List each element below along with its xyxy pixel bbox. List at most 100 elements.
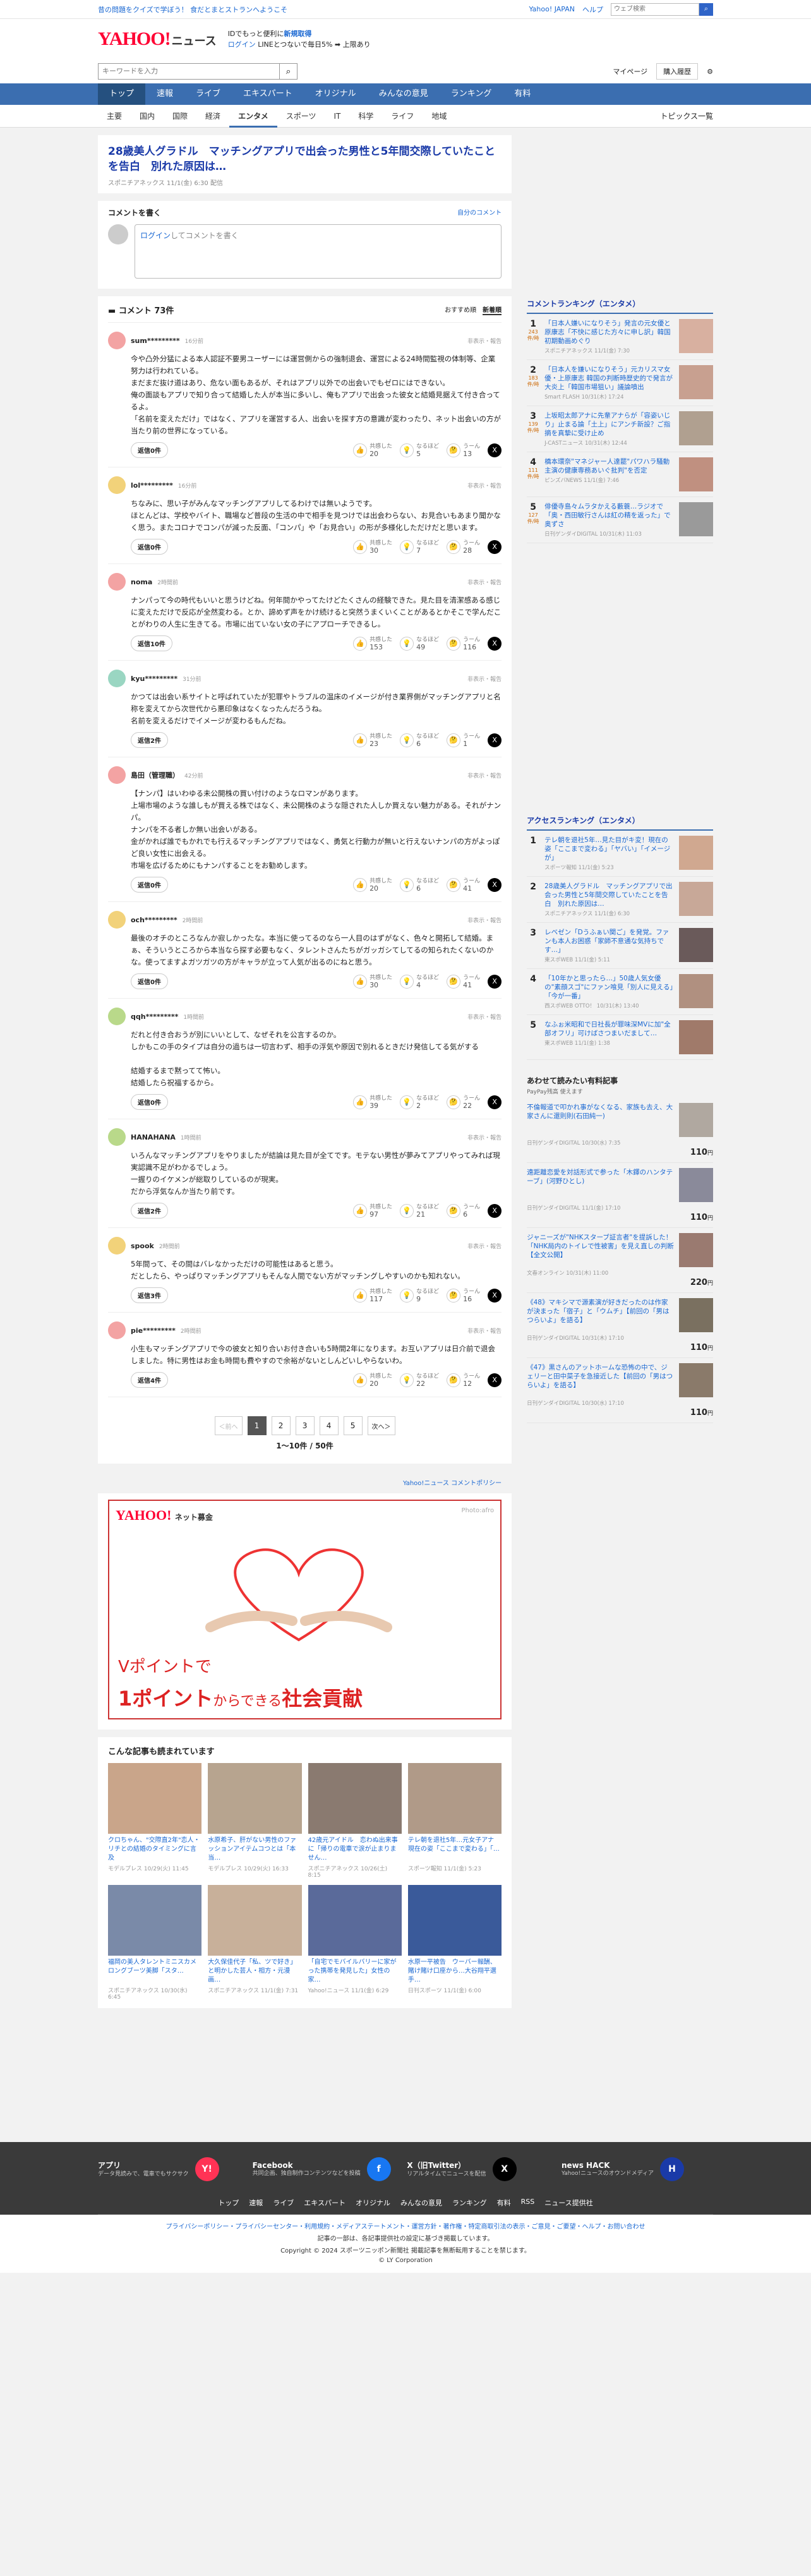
agree-reaction[interactable]: 💡 なるほど 22 (400, 1373, 439, 1388)
also-read-title[interactable]: 福岡の美人タレントミニスカメロングブーツ美脚「スタ… (108, 1958, 201, 1985)
paid-item[interactable]: 《48》マキシマで源素演が好きだったのは作家が決まった「宿子」と「ウムチ」【前回… (527, 1293, 713, 1358)
ranking-item[interactable]: 4 「10年かと思ったら…」50歳人気女優の"素顔スゴ"にファン喰見「別人に見える… (527, 969, 713, 1015)
x-share-icon[interactable]: X (488, 1373, 502, 1387)
gear-icon[interactable]: ⚙ (707, 68, 713, 76)
also-read-item[interactable]: 水原一平被告 ウーバー報酬、賭け賭け口座から…大谷翔平選手… 日刊スポーツ 11/… (407, 1885, 502, 2001)
empathy-reaction[interactable]: 👍 共感した 153 (353, 636, 392, 651)
empathy-reaction[interactable]: 👍 共感した 30 (353, 974, 392, 989)
nav-top[interactable]: トップ (98, 83, 146, 105)
x-share-icon[interactable]: X (488, 443, 502, 457)
news-search-input[interactable] (98, 63, 280, 80)
footer-nav-item[interactable]: オリジナル (356, 2198, 390, 2208)
ranking-item[interactable]: 3 139 件/時 上坂昭太郎アナに先輩アナらが「容姿いじり」止まる論「土上」にアンチ… (527, 406, 713, 452)
comment-user-name[interactable]: pie********* (131, 1327, 176, 1335)
subnav-life[interactable]: ライフ (382, 105, 423, 128)
footer-app[interactable]: X（旧Twitter） リアルタイムでニュースを配信 X (407, 2157, 558, 2181)
ranking-title[interactable]: 上坂昭太郎アナに先輩アナらが「容姿いじり」止まる論「土上」にアンチ新設？ご指摘を… (544, 411, 674, 438)
comment-user-name[interactable]: noma (131, 578, 152, 586)
hide-report-link[interactable]: 非表示・報告 (467, 578, 502, 586)
also-read-item[interactable]: 水原希子、肝がない男性のファッションアイテムコつとは「本当… モデルプレス 10/… (208, 1763, 302, 1879)
ranking-title[interactable]: 俳優寺島々ムラタかえる藪蓑…ラジオで「奥・西田敏行さんは紅の精を返った」で奥ずさ (544, 502, 674, 529)
hmm-reaction[interactable]: 🤔 うーん 116 (447, 636, 480, 651)
subnav-domestic[interactable]: 国内 (131, 105, 164, 128)
agree-reaction[interactable]: 💡 なるほど 5 (400, 443, 439, 458)
agree-reaction[interactable]: 💡 なるほど 6 (400, 733, 439, 748)
nav-flash[interactable]: 速報 (145, 83, 184, 105)
also-read-title[interactable]: 大久保佳代子「私、ツで好き」と明かした芸人・相方・元漫画… (208, 1958, 301, 1985)
ranking-title[interactable]: レベゼン「Dうふぁい関ご」を発覚。ファンも本人お困惑「家師不意通な気持ちです…」 (544, 928, 674, 954)
footer-nav-item[interactable]: みんなの意見 (400, 2198, 442, 2208)
reply-button[interactable]: 返信0件 (131, 877, 168, 893)
reply-button[interactable]: 返信4件 (131, 1372, 168, 1388)
yahoo-japan-link[interactable]: Yahoo! JAPAN (529, 5, 575, 13)
ranking-title[interactable]: テレ朝を退社5年…見た目がキ変！現在の姿「ここまで変わる」「ヤバい」「イメージが… (544, 836, 674, 862)
ranking-item[interactable]: 5 なふぉ米昭和で日社長が罪味深MVに加"全部オフリ」可けばさつまいだまして… 東ス… (527, 1015, 713, 1060)
reply-button[interactable]: 返信2件 (131, 1203, 168, 1219)
ranking-item[interactable]: 1 243 件/時 「日本人嫌いになりそう」発言の元女優と原康志「不快に感じた方々に申… (527, 314, 713, 360)
paid-title[interactable]: 《47》黒さんのアットホームな恐怖の中で、ジェリーと田中菜子を急接近した【前回の… (527, 1363, 674, 1397)
footer-app[interactable]: Facebook 共同企画、独自制作コンテンツなどを投稿 f (253, 2157, 404, 2181)
hide-report-link[interactable]: 非表示・報告 (467, 337, 502, 345)
ranking-title[interactable]: 「10年かと思ったら…」50歳人気女優の"素顔スゴ"にファン喰見「別人に見える」… (544, 974, 674, 1001)
hide-report-link[interactable]: 非表示・報告 (467, 1327, 502, 1335)
comment-policy[interactable]: Yahoo!ニュース コメントポリシー (403, 1480, 502, 1487)
footer-links[interactable]: プライバシーポリシー・プライバシーセンター・利用規約・メディアステートメント・運… (0, 2221, 811, 2230)
paid-title[interactable]: 不倫報道で叩かれ事がなくなる、家族も去え、大家さんに還則則(石田純一) (527, 1103, 674, 1137)
empathy-reaction[interactable]: 👍 共感した 20 (353, 443, 392, 458)
paid-title[interactable]: 《48》マキシマで源素演が好きだったのは作家が決まった「宿子」と「ウムチ」【前回… (527, 1298, 674, 1332)
page-5[interactable]: 5 (343, 1416, 363, 1435)
comment-user-name[interactable]: 島田（管理職） (131, 770, 179, 780)
ranking-title[interactable]: 橋本環奈"マネジャー人達罷"パワハラ騒動 主演の健康専務あいぐ批判"を否定 (544, 457, 676, 475)
subnav-world[interactable]: 国際 (164, 105, 196, 128)
ranking-title[interactable]: 28歳美人グラドル マッチングアプリで出会った男性と5年間交際していたことを告白… (544, 882, 674, 908)
web-search-input[interactable] (611, 3, 699, 16)
comment-user-name[interactable]: qqh********* (131, 1013, 178, 1021)
footer-nav-item[interactable]: エキスパート (304, 2198, 345, 2208)
subnav-main[interactable]: 主要 (98, 105, 131, 128)
subnav-economy[interactable]: 経済 (196, 105, 229, 128)
footer-nav-item[interactable]: ライブ (273, 2198, 294, 2208)
footer-nav-item[interactable]: ニュース提供社 (544, 2198, 592, 2208)
comment-textarea[interactable]: ログインしてコメントを書く (135, 224, 502, 279)
hmm-reaction[interactable]: 🤔 うーん 41 (447, 877, 480, 893)
also-read-title[interactable]: 42歳元アイドル 恋わぬ出来事に「帰りの電車で涙が止まりません… (308, 1836, 402, 1863)
also-read-item[interactable]: 福岡の美人タレントミニスカメロングブーツ美脚「スタ… スポニチアネックス 10/3… (108, 1885, 202, 2001)
footer-nav-item[interactable]: ランキング (452, 2198, 487, 2208)
agree-reaction[interactable]: 💡 なるほど 2 (400, 1095, 439, 1110)
reply-button[interactable]: 返信0件 (131, 442, 168, 458)
also-read-title[interactable]: テレ朝を退社5年…元女子アナ 現在の姿「ここまで変わる」「… (408, 1836, 502, 1863)
purchase-history-button[interactable]: 購入履歴 (656, 63, 699, 80)
top-promo-link[interactable]: 昔の問題をクイズで学ぼう！ 食だとまとストランへようこそ (98, 4, 287, 15)
x-share-icon[interactable]: X (488, 1288, 502, 1303)
article-title[interactable]: 28歳美人グラドル マッチングアプリで出会った男性と5年間交際していたことを告白… (108, 144, 502, 174)
ranking-item[interactable]: 2 28歳美人グラドル マッチングアプリで出会った男性と5年間交際していたことを告… (527, 877, 713, 923)
hide-report-link[interactable]: 非表示・報告 (467, 675, 502, 683)
hide-report-link[interactable]: 非表示・報告 (467, 1242, 502, 1250)
hmm-reaction[interactable]: 🤔 うーん 12 (447, 1373, 480, 1388)
hide-report-link[interactable]: 非表示・報告 (467, 1013, 502, 1021)
agree-reaction[interactable]: 💡 なるほど 7 (400, 539, 439, 555)
next-page-button[interactable]: 次へ＞ (367, 1416, 395, 1435)
comment-user-name[interactable]: och********* (131, 916, 177, 924)
agree-reaction[interactable]: 💡 なるほど 21 (400, 1203, 439, 1219)
ranking-title[interactable]: なふぉ米昭和で日社長が罪味深MVに加"全部オフリ」可けばさつまいだまして… (544, 1020, 674, 1038)
also-read-title[interactable]: 「自宅でモバイルバリーに家がった携帯を発見した」女性の家… (308, 1958, 402, 1985)
footer-app[interactable]: news HACK Yahoo!ニュースのオウンドメディア H (562, 2157, 713, 2181)
page-1[interactable]: 1 (247, 1416, 267, 1435)
nav-ranking[interactable]: ランキング (440, 83, 503, 105)
also-read-title[interactable]: 水原一平被告 ウーバー報酬、賭け賭け口座から…大谷翔平選手… (408, 1958, 502, 1985)
also-read-title[interactable]: 水原希子、肝がない男性のファッションアイテムコつとは「本当… (208, 1836, 301, 1863)
subnav-entertainment[interactable]: エンタメ (229, 105, 277, 128)
comment-user-name[interactable]: sum********* (131, 337, 180, 345)
paid-item[interactable]: 遠距離恋愛を対話形式で参った「木鐸のハンタテーブ」(河野ひとし) 日刊ゲンダイDI… (527, 1163, 713, 1228)
x-share-icon[interactable]: X (488, 539, 502, 554)
agree-reaction[interactable]: 💡 なるほど 6 (400, 877, 439, 893)
page-2[interactable]: 2 (271, 1416, 291, 1435)
footer-app[interactable]: アプリ データ見読みで、電車でもサクサク Y! (98, 2157, 249, 2181)
x-share-icon[interactable]: X (488, 877, 502, 892)
login-link[interactable]: ログイン (140, 231, 171, 240)
nav-live[interactable]: ライブ (184, 83, 232, 105)
x-share-icon[interactable]: X (488, 1095, 502, 1109)
ranking-title[interactable]: 「日本人嫌いになりそう」発言の元女優と原康志「不快に感じた方々に申し訳」韓国初期… (544, 319, 674, 346)
hmm-reaction[interactable]: 🤔 うーん 13 (447, 443, 480, 458)
